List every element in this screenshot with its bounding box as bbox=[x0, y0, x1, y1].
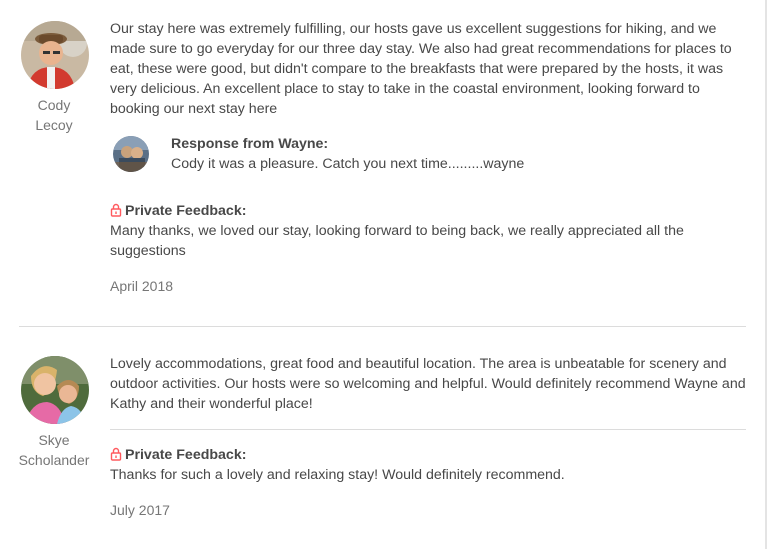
private-feedback-text: Many thanks, we loved our stay, looking … bbox=[110, 223, 684, 259]
private-feedback-label: Private Feedback: bbox=[110, 445, 246, 465]
reviewer-last-name[interactable]: Lecoy bbox=[14, 115, 94, 135]
review-date: April 2018 bbox=[110, 278, 174, 294]
private-feedback-title: Private Feedback: bbox=[125, 447, 247, 463]
reviewer-avatar[interactable] bbox=[21, 356, 89, 424]
private-feedback-label: Private Feedback: bbox=[110, 201, 246, 221]
reviewer-first-name[interactable]: Cody bbox=[14, 95, 94, 115]
feedback-divider bbox=[110, 429, 746, 430]
lock-icon bbox=[110, 447, 122, 461]
review-date: July 2017 bbox=[110, 502, 170, 518]
review-text: Our stay here was extremely fulfilling, … bbox=[110, 21, 732, 117]
reviewer-last-name[interactable]: Scholander bbox=[14, 450, 94, 470]
host-avatar[interactable] bbox=[113, 136, 149, 172]
response-title: Response from Wayne: bbox=[171, 136, 329, 152]
reviewer-first-name[interactable]: Skye bbox=[14, 430, 94, 450]
review-text: Lovely accommodations, great food and be… bbox=[110, 356, 746, 412]
response-text: Cody it was a pleasure. Catch you next t… bbox=[171, 156, 525, 172]
private-feedback-title: Private Feedback: bbox=[125, 203, 247, 219]
lock-icon bbox=[110, 203, 122, 217]
review-divider bbox=[19, 326, 746, 327]
private-feedback-text: Thanks for such a lovely and relaxing st… bbox=[110, 467, 565, 483]
reviewer-avatar[interactable] bbox=[21, 21, 89, 89]
